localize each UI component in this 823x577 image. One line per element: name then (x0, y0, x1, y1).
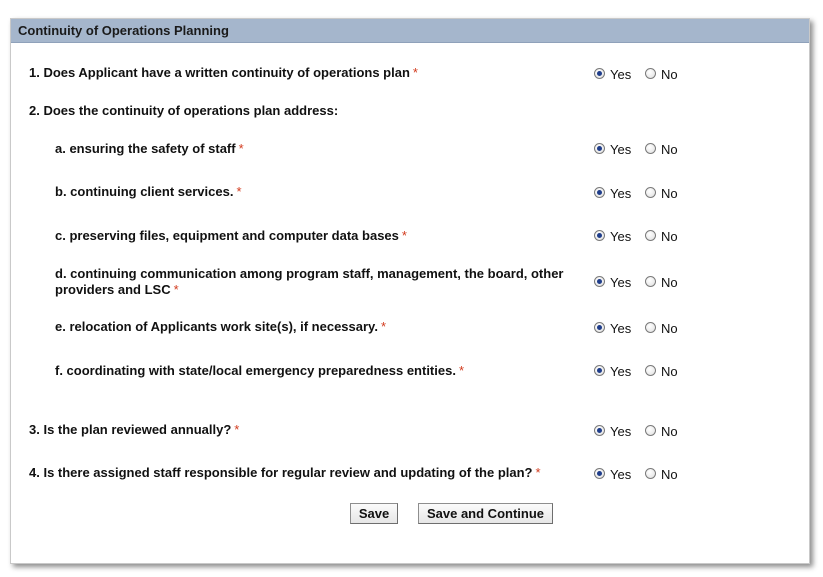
no-label: No (661, 142, 678, 157)
question-3-yes-radio[interactable] (594, 425, 605, 436)
question-2d-text-line1: d. continuing communication among progra… (55, 266, 564, 281)
yes-label: Yes (610, 275, 632, 290)
question-4-text: 4. Is there assigned staff responsible f… (29, 465, 533, 480)
no-label: No (661, 424, 678, 439)
question-2: 2. Does the continuity of operations pla… (29, 103, 338, 119)
question-3-no-radio[interactable] (645, 425, 656, 436)
question-2c-text: c. preserving files, equipment and compu… (55, 228, 399, 243)
question-2a: a. ensuring the safety of staff * (55, 141, 244, 157)
question-2a-no-radio[interactable] (645, 143, 656, 154)
save-and-continue-button[interactable]: Save and Continue (418, 503, 553, 524)
yes-label: Yes (610, 424, 632, 439)
yes-label: Yes (610, 67, 632, 82)
no-label: No (661, 364, 678, 379)
question-2c: c. preserving files, equipment and compu… (55, 228, 407, 244)
question-3: 3. Is the plan reviewed annually? * (29, 422, 239, 438)
required-marker: * (238, 141, 244, 156)
section-title: Continuity of Operations Planning (18, 23, 229, 38)
question-2d-no-radio[interactable] (645, 276, 656, 287)
required-marker: * (236, 184, 242, 199)
required-marker: * (412, 65, 418, 80)
question-3-text: 3. Is the plan reviewed annually? (29, 422, 232, 437)
required-marker: * (458, 363, 465, 378)
yes-label: Yes (610, 186, 632, 201)
question-2a-text: a. ensuring the safety of staff (55, 141, 236, 156)
question-4-no-radio[interactable] (645, 468, 656, 479)
required-marker: * (535, 465, 541, 480)
required-marker: * (380, 319, 386, 334)
yes-label: Yes (610, 142, 632, 157)
save-button[interactable]: Save (350, 503, 398, 524)
question-2c-no-radio[interactable] (645, 230, 656, 241)
required-marker: * (234, 422, 240, 437)
question-2b-yes-radio[interactable] (594, 187, 605, 198)
question-1-no-radio[interactable] (645, 68, 656, 79)
required-marker: * (173, 282, 179, 297)
question-2e-yes-radio[interactable] (594, 322, 605, 333)
yes-label: Yes (610, 467, 632, 482)
no-label: No (661, 186, 678, 201)
question-2d-yes-radio[interactable] (594, 276, 605, 287)
no-label: No (661, 321, 678, 336)
yes-label: Yes (610, 364, 632, 379)
question-1-text: 1. Does Applicant have a written continu… (29, 65, 410, 80)
question-2d-text-line2: providers and LSC (55, 282, 171, 297)
yes-label: Yes (610, 229, 632, 244)
section-header: Continuity of Operations Planning (11, 19, 809, 43)
question-4: 4. Is there assigned staff responsible f… (29, 465, 541, 481)
question-2f-no-radio[interactable] (645, 365, 656, 376)
question-2e-text: e. relocation of Applicants work site(s)… (55, 319, 378, 334)
question-2e: e. relocation of Applicants work site(s)… (55, 319, 386, 335)
no-label: No (661, 275, 678, 290)
question-2b-no-radio[interactable] (645, 187, 656, 198)
question-2a-yes-radio[interactable] (594, 143, 605, 154)
question-2c-yes-radio[interactable] (594, 230, 605, 241)
no-label: No (661, 467, 678, 482)
question-2b-text: b. continuing client services. (55, 184, 234, 199)
question-4-yes-radio[interactable] (594, 468, 605, 479)
question-1-yes-radio[interactable] (594, 68, 605, 79)
question-2b: b. continuing client services. * (55, 184, 242, 200)
question-1: 1. Does Applicant have a written continu… (29, 65, 418, 81)
question-2f-yes-radio[interactable] (594, 365, 605, 376)
form-panel: Continuity of Operations Planning 1. Doe… (10, 18, 810, 564)
question-2-text: 2. Does the continuity of operations pla… (29, 103, 339, 118)
question-2f: f. coordinating with state/local emergen… (55, 363, 464, 379)
yes-label: Yes (610, 321, 632, 336)
no-label: No (661, 229, 678, 244)
question-2d: d. continuing communication among progra… (55, 266, 563, 298)
no-label: No (661, 67, 678, 82)
required-marker: * (401, 228, 407, 243)
question-2f-text: f. coordinating with state/local emergen… (55, 363, 456, 378)
question-2e-no-radio[interactable] (645, 322, 656, 333)
